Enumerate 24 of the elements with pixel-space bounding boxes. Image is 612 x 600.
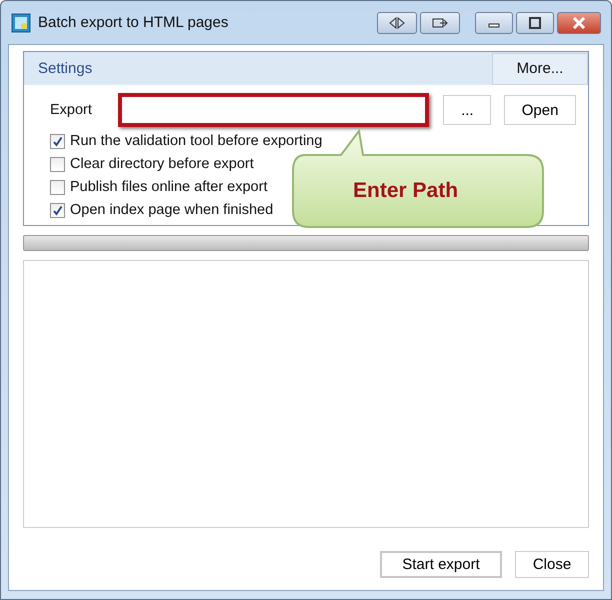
export-icon[interactable] — [420, 12, 460, 34]
checkbox[interactable] — [50, 134, 65, 148]
minimize-icon[interactable] — [475, 12, 513, 34]
start-button[interactable]: Start export — [380, 551, 502, 578]
export-label: Export — [50, 102, 93, 118]
panel-title: Settings — [38, 60, 92, 77]
close-button[interactable]: Close — [515, 551, 589, 578]
app-icon — [11, 12, 31, 32]
path-field[interactable] — [118, 93, 430, 127]
maximize-icon[interactable] — [516, 12, 554, 34]
open-button[interactable]: Open — [504, 95, 576, 125]
close-icon[interactable] — [557, 12, 601, 34]
checkbox[interactable] — [50, 202, 65, 218]
browse-button[interactable]: ... — [443, 95, 492, 125]
callout-text: Enter Path — [353, 179, 458, 203]
option-label: Run the validation tool before exporting — [70, 133, 322, 149]
window-title: Batch export to HTML pages — [38, 14, 230, 31]
option-label: Open index page when finished — [70, 202, 274, 218]
split-icon[interactable] — [377, 12, 417, 34]
option-label: Publish files online after export — [70, 179, 268, 195]
checkbox[interactable] — [50, 156, 65, 172]
more-button[interactable]: More... — [492, 52, 588, 84]
option-label: Clear directory before export — [70, 156, 254, 172]
checkbox[interactable] — [50, 180, 65, 194]
